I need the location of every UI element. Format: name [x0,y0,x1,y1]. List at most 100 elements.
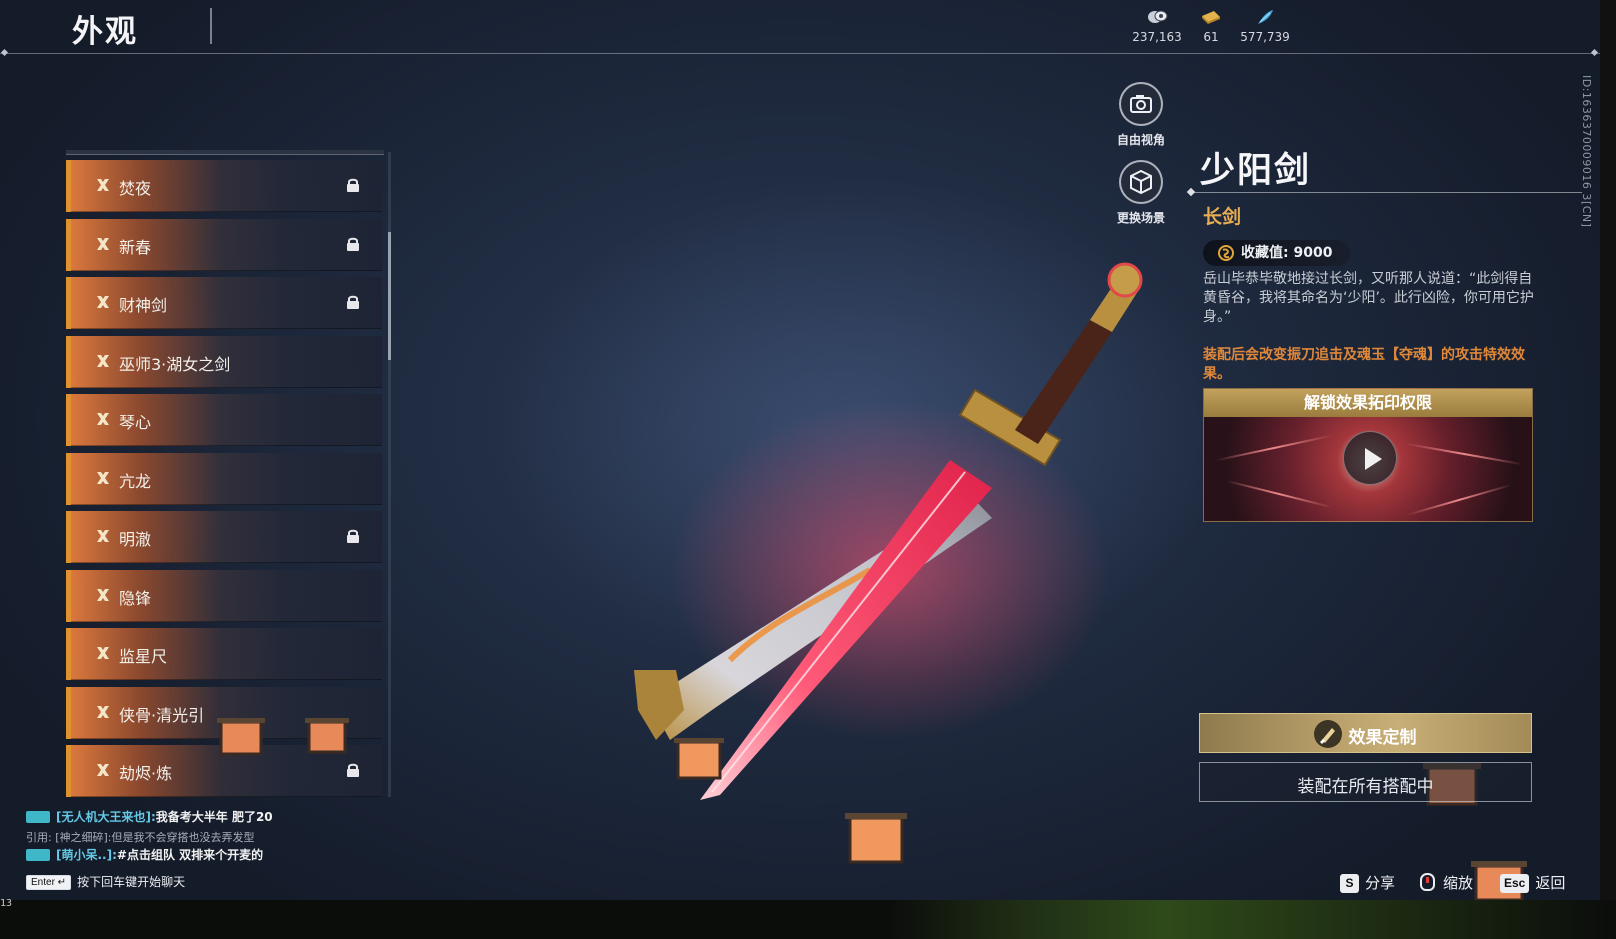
back-hint[interactable]: Esc 返回 [1500,872,1565,893]
sword-grip [1015,320,1112,444]
collection-value-badge: 收藏值: 9000 [1203,240,1351,266]
cube-icon [1119,160,1163,204]
share-hint[interactable]: S 分享 [1340,872,1395,893]
chat-channel-icon [26,810,50,823]
currency-feather: 577,739 [1230,8,1300,44]
top-bar: 外观 237,163 61 577,739 [0,0,1600,54]
lock-icon [347,295,359,309]
cross-badge-icon [97,530,109,542]
chat-text: 我备考大半年 肥了20 [155,810,273,824]
effect-note: 装配后会改变振刀追击及魂玉【夺魂】的攻击特效效果。 [1203,347,1525,382]
streak [1404,442,1524,466]
title-divider [210,8,212,44]
chat-hint-text: 按下回车键开始聊天 [77,875,186,889]
chat-message[interactable]: [无人机大王来也]:我备考大半年 肥了20 [26,806,273,825]
list-item-label: 琴心 [119,413,152,432]
chat-text: #点击组队 双排来个开麦的 [116,848,264,862]
cross-badge-icon [97,237,109,250]
item-name: 少阳剑 [1200,151,1312,191]
cross-badge-icon [97,705,109,718]
zoom-label: 缩放 [1443,874,1474,892]
customize-effect-label: 效果定制 [1348,728,1417,748]
list-item[interactable]: 财神剑 [66,277,382,329]
right-gutter [1600,0,1616,939]
free-view-button[interactable]: 自由视角 [1096,82,1186,148]
free-view-label: 自由视角 [1116,133,1165,147]
equip-all-button[interactable]: 装配在所有搭配中 [1199,762,1532,802]
share-key: S [1340,874,1359,893]
chat-message[interactable]: [萌小呆..]:#点击组队 双排来个开麦的 [26,844,263,863]
game-scene: 外观 237,163 61 577,739 ID:1636370009016 3… [0,0,1600,900]
cross-badge-icon [97,647,109,659]
list-item-label: 明澈 [119,530,152,549]
chat-sender[interactable]: [无人机大王来也]: [56,810,156,824]
list-item-label: 隐锋 [119,588,152,608]
lock-icon [347,178,359,192]
list-item[interactable]: 琴心 [66,394,382,446]
cross-badge-icon [97,179,109,191]
page-title: 外观 [72,14,138,50]
currency-feather-value: 577,739 [1240,30,1290,44]
list-item-label: 劫烬·炼 [119,764,173,783]
list-item-label: 亢龙 [119,471,152,491]
list-item[interactable]: 焚夜 [66,160,382,212]
cross-badge-icon [97,471,109,484]
list-item[interactable]: 亢龙 [66,452,382,505]
list-item-label: 焚夜 [119,179,152,198]
coin-icon [1148,10,1168,23]
list-item-label: 监星尺 [119,647,168,666]
streak [1215,434,1333,462]
ticket-icon [1202,11,1220,24]
list-item-label: 新春 [119,237,152,257]
item-type: 长剑 [1203,206,1242,228]
bottom-gutter [0,900,1616,939]
chat-quote-text: 引用: [神之细碎]:但是我不会穿搭也没去弄发型 [26,831,255,844]
cross-badge-icon [97,588,109,601]
share-label: 分享 [1365,874,1396,892]
cross-badge-icon [97,413,109,425]
back-key: Esc [1500,874,1530,893]
chat-input-hint[interactable]: Enter ↵ 按下回车键开始聊天 [26,873,185,890]
streak [1225,479,1333,509]
lantern-1 [217,718,265,756]
customize-effect-button[interactable]: 效果定制 [1199,713,1532,753]
lock-icon [347,529,359,543]
cross-badge-icon [97,764,109,776]
chat-quote: 引用: [神之细碎]:但是我不会穿搭也没去弄发型 [26,826,255,845]
unlock-effect-card[interactable]: 解锁效果拓印权限 [1203,388,1533,522]
sword-pommel [1107,262,1143,298]
lantern-3 [674,738,724,780]
cross-badge-icon [97,354,109,367]
name-divider [1192,192,1582,193]
list-scrollbar-thumb[interactable] [388,232,391,360]
lock-icon [347,237,359,251]
frame-number: 13 [0,898,13,909]
list-item[interactable]: 新春 [66,218,382,271]
skin-list[interactable]: 焚夜新春财神剑巫师3·湖女之剑 琴心亢龙明澈隐锋监星尺侠骨·清光引 劫烬·炼 [66,152,382,797]
collection-icon [1218,245,1234,261]
chat-sender[interactable]: [萌小呆..]: [56,848,117,862]
list-item-label: 财神剑 [119,296,168,315]
zoom-hint[interactable]: 缩放 [1420,872,1473,893]
list-item[interactable]: 隐锋 [66,569,382,622]
list-item[interactable]: 监星尺 [66,628,382,680]
back-label: 返回 [1535,874,1566,892]
name-divider-dot [1186,187,1196,197]
item-description: 岳山毕恭毕敬地接过长剑，又听那人说道：“此剑得自黄昏谷，我将其命名为‘少阳’。此… [1203,271,1534,325]
collection-value-text: 收藏值: 9000 [1241,245,1333,261]
unlock-effect-title: 解锁效果拓印权限 [1204,389,1532,417]
list-item-label: 巫师3·湖女之剑 [119,354,231,374]
list-item[interactable]: 明澈 [66,511,382,563]
play-icon[interactable] [1343,431,1397,485]
feather-icon [1258,10,1273,24]
enter-key-icon: Enter ↵ [26,875,72,890]
list-item[interactable]: 巫师3·湖女之剑 [66,335,382,388]
player-id: ID:1636370009016 3[CN] [1580,75,1593,228]
change-scene-label: 更换场景 [1116,211,1165,225]
lantern-4 [845,813,907,864]
list-item-label: 侠骨·清光引 [119,705,205,725]
camera-icon [1119,82,1163,126]
change-scene-button[interactable]: 更换场景 [1096,160,1186,226]
chat-channel-icon [26,848,50,861]
lock-icon [347,763,359,777]
